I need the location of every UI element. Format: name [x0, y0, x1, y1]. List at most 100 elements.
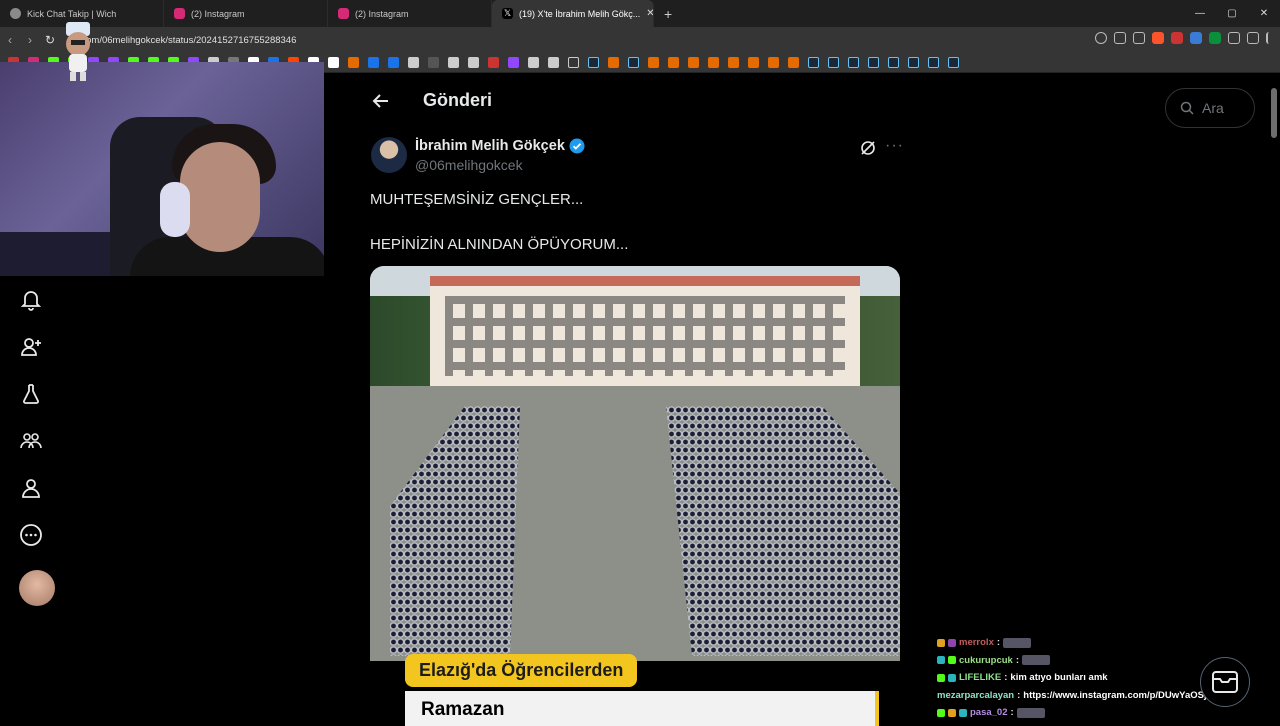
address-bar: ‹ › ↻ x.com/06melihgokcek/status/2024152…: [0, 27, 1280, 53]
steam-icon[interactable]: [948, 57, 959, 68]
search-icon: [1180, 101, 1194, 115]
url-field[interactable]: x.com/06melihgokcek/status/2024152716755…: [74, 35, 296, 46]
back-arrow-icon[interactable]: ‹: [0, 33, 20, 47]
follow-nav[interactable]: [0, 323, 62, 370]
bookmark-icon[interactable]: [488, 57, 499, 68]
close-window-button[interactable]: ✕: [1248, 0, 1280, 27]
zoom-icon[interactable]: [1095, 32, 1107, 44]
bookmark-icon[interactable]: [528, 57, 539, 68]
chat-emote: [1016, 707, 1045, 718]
bookmark-icon[interactable]: [768, 57, 779, 68]
grok-icon[interactable]: [859, 139, 877, 157]
background-lamp: [0, 232, 120, 276]
bookmark-icon[interactable]: [748, 57, 759, 68]
author-name[interactable]: İbrahim Melih Gökçek: [415, 138, 585, 154]
webcam-overlay: [0, 62, 324, 276]
tab-instagram-1[interactable]: (2) Instagram: [164, 0, 328, 27]
chat-message: cukurupcuk :: [937, 652, 1237, 670]
author-avatar[interactable]: [371, 137, 407, 173]
bookmark-icon[interactable]: [688, 57, 699, 68]
chat-badge: [948, 638, 956, 647]
bookmark-icon[interactable]: [708, 57, 719, 68]
install-icon[interactable]: [1114, 32, 1126, 44]
chat-separator: :: [1015, 654, 1020, 666]
steam-icon[interactable]: [808, 57, 819, 68]
notifications-nav[interactable]: [0, 276, 62, 323]
x-sidebar-nav: [0, 276, 62, 558]
search-input[interactable]: Ara: [1165, 88, 1255, 128]
steam-icon[interactable]: [888, 57, 899, 68]
chat-username: pasa_02: [970, 707, 1008, 719]
bookmark-icon[interactable]: [348, 57, 359, 68]
bookmark-icon[interactable]: [788, 57, 799, 68]
bookmark-icon[interactable]: [388, 57, 399, 68]
communities-nav[interactable]: [0, 417, 62, 464]
chat-message: LIFELIKE : kim atıyo bunları amk: [937, 669, 1237, 687]
bookmark-icon[interactable]: [368, 57, 379, 68]
chat-badge: [948, 673, 956, 682]
steam-icon[interactable]: [928, 57, 939, 68]
steam-icon[interactable]: [868, 57, 879, 68]
back-arrow-icon[interactable]: [371, 91, 391, 111]
profile-nav[interactable]: [0, 464, 62, 511]
bookmark-icon[interactable]: [328, 57, 339, 68]
new-tab-button[interactable]: +: [664, 6, 672, 22]
brave-shield-icon[interactable]: [1152, 32, 1164, 44]
steam-icon[interactable]: [848, 57, 859, 68]
mail-icon: [1212, 671, 1238, 693]
close-tab-icon[interactable]: ✕: [646, 8, 653, 19]
bookmark-icon[interactable]: [448, 57, 459, 68]
share-icon[interactable]: [1133, 32, 1145, 44]
forward-arrow-icon[interactable]: ›: [20, 33, 40, 47]
author-handle[interactable]: @06melihgokcek: [415, 157, 523, 173]
steam-icon[interactable]: [588, 57, 599, 68]
window-controls: — ▢ ✕: [1184, 0, 1280, 27]
post-header: Gönderi: [355, 73, 915, 128]
grok-nav[interactable]: [0, 370, 62, 417]
tab-x-post[interactable]: 𝕏 (19) X'te İbrahim Melih Gökç... ✕: [492, 0, 654, 27]
video-caption-2: Ramazan: [405, 691, 879, 726]
profile-icon: [22, 478, 40, 498]
bookmark-icon[interactable]: [668, 57, 679, 68]
folder-icon[interactable]: [568, 57, 579, 68]
bookmark-icon[interactable]: [468, 57, 479, 68]
tweet-video[interactable]: Elazığ'da Öğrencilerden Ramazan: [370, 266, 900, 726]
minimize-button[interactable]: —: [1184, 0, 1216, 27]
bookmark-icon[interactable]: [608, 57, 619, 68]
globe-icon: [10, 8, 21, 19]
chat-message: pasa_02 :: [937, 704, 1237, 722]
sidebar-icon[interactable]: [1247, 32, 1259, 44]
bookmark-icon[interactable]: [408, 57, 419, 68]
tweet-text-line-1: MUHTEŞEMSİNİZ GENÇLER...: [370, 191, 584, 208]
bookmark-icon[interactable]: [648, 57, 659, 68]
reload-icon[interactable]: ↻: [40, 33, 60, 47]
chat-separator: :: [1010, 707, 1014, 719]
more-circle-icon: [20, 523, 42, 546]
add-user-icon: [21, 337, 41, 356]
puzzle-icon[interactable]: [1228, 32, 1240, 44]
account-avatar[interactable]: [19, 570, 55, 606]
extension-icon[interactable]: [1171, 32, 1183, 44]
tab-title: Kick Chat Takip | Wich: [27, 8, 117, 19]
page-scrollbar[interactable]: [1271, 88, 1277, 138]
chat-badge: [948, 656, 956, 665]
steam-icon[interactable]: [908, 57, 919, 68]
video-caption-1: Elazığ'da Öğrencilerden: [405, 654, 638, 687]
more-options-icon[interactable]: ···: [885, 137, 904, 155]
extension-icon[interactable]: [1209, 32, 1221, 44]
maximize-button[interactable]: ▢: [1216, 0, 1248, 27]
menu-icon[interactable]: [1266, 32, 1272, 44]
steam-icon[interactable]: [628, 57, 639, 68]
steam-icon[interactable]: [828, 57, 839, 68]
messages-button[interactable]: [1200, 657, 1250, 707]
bookmark-icon[interactable]: [428, 57, 439, 68]
extension-icon[interactable]: [1190, 32, 1202, 44]
chat-text: https://www.instagram.com/p/DUwYaOSjkV4/: [1023, 689, 1227, 701]
more-nav[interactable]: [0, 511, 62, 558]
bookmark-icon[interactable]: [508, 57, 519, 68]
bookmark-icon[interactable]: [728, 57, 739, 68]
bookmark-icon[interactable]: [548, 57, 559, 68]
tab-instagram-2[interactable]: (2) Instagram: [328, 0, 492, 27]
chat-username: cukurupcuk: [959, 654, 1013, 666]
verified-badge-icon: [569, 138, 585, 154]
